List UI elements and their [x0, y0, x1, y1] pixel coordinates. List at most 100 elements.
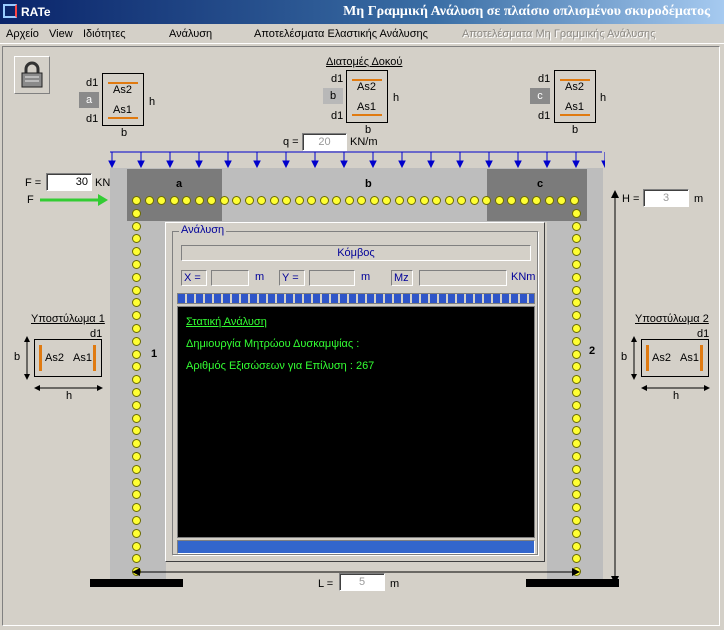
height-dimension-line [611, 190, 619, 584]
frame-node[interactable] [144, 196, 154, 205]
frame-node[interactable] [157, 196, 166, 205]
h-label: h [673, 390, 680, 402]
frame-node[interactable] [207, 196, 216, 205]
frame-node[interactable] [557, 196, 566, 205]
frame-node[interactable] [572, 388, 581, 397]
as1-label: As1 [680, 352, 699, 364]
f-input[interactable]: 30 [46, 173, 92, 191]
frame-node[interactable] [132, 260, 141, 269]
frame-node[interactable] [519, 196, 529, 205]
q-input[interactable]: 20 [302, 133, 347, 151]
frame-node[interactable] [332, 196, 341, 205]
frame-node[interactable] [482, 196, 491, 205]
frame-node[interactable] [457, 196, 466, 205]
frame-node[interactable] [507, 196, 516, 205]
console-line-2: Αριθμός Εξισώσεων για Επίλυση : 267 [186, 360, 375, 372]
l-unit: m [390, 578, 400, 590]
menu-view[interactable]: View [49, 28, 73, 40]
frame-node[interactable] [572, 221, 581, 231]
frame-node[interactable] [194, 196, 204, 205]
frame-node[interactable] [132, 196, 141, 205]
load-arrow-head [369, 160, 377, 169]
frame-node[interactable] [307, 196, 316, 205]
frame-node[interactable] [572, 477, 581, 487]
frame-node[interactable] [572, 336, 581, 346]
app-icon[interactable] [3, 4, 17, 18]
frame-node[interactable] [569, 196, 579, 205]
frame-node[interactable] [382, 196, 391, 205]
b-label: b [572, 124, 579, 136]
frame-node[interactable] [444, 196, 454, 205]
f-unit: KN [95, 177, 111, 189]
frame-node[interactable] [407, 196, 416, 205]
x-label: X = [181, 270, 207, 286]
beam-zone-a[interactable] [127, 169, 222, 221]
frame-node[interactable] [132, 477, 141, 487]
menu-file[interactable]: Αρχείο [6, 28, 39, 40]
frame-node[interactable] [394, 196, 404, 205]
frame-node[interactable] [132, 541, 141, 551]
frame-node[interactable] [232, 196, 241, 205]
frame-node[interactable] [132, 452, 141, 461]
frame-node[interactable] [132, 272, 141, 282]
frame-node[interactable] [257, 196, 266, 205]
frame-node[interactable] [294, 196, 304, 205]
d1-label: d1 [331, 73, 344, 85]
frame-node[interactable] [572, 260, 581, 269]
frame-node[interactable] [572, 349, 581, 359]
frame-node[interactable] [572, 464, 581, 474]
frame-node[interactable] [469, 196, 479, 205]
frame-node[interactable] [572, 400, 581, 410]
frame-node[interactable] [572, 541, 581, 551]
mz-value [419, 270, 507, 286]
frame-node[interactable] [572, 528, 581, 538]
support-left [90, 579, 183, 587]
menu-analysis[interactable]: Ανάλυση [169, 28, 212, 40]
frame-node[interactable] [572, 285, 581, 295]
frame-node[interactable] [572, 516, 581, 525]
frame-node[interactable] [132, 388, 141, 397]
frame-node[interactable] [132, 516, 141, 525]
menu-properties[interactable]: Ιδιότητες [83, 28, 126, 40]
frame-node[interactable] [132, 324, 141, 333]
frame-node[interactable] [132, 528, 141, 538]
frame-node[interactable] [572, 208, 581, 218]
frame-node[interactable] [244, 196, 254, 205]
frame-node[interactable] [132, 336, 141, 346]
frame-node[interactable] [269, 196, 279, 205]
frame-node[interactable] [132, 413, 141, 423]
frame-node[interactable] [282, 196, 291, 205]
frame-node[interactable] [494, 196, 504, 205]
l-input[interactable]: 5 [339, 573, 385, 591]
menu-elastic-results[interactable]: Αποτελέσματα Ελαστικής Ανάλυσης [254, 28, 428, 40]
frame-node[interactable] [357, 196, 366, 205]
b-label: b [14, 351, 21, 363]
frame-node[interactable] [419, 196, 429, 205]
frame-node[interactable] [132, 221, 141, 231]
frame-node[interactable] [219, 196, 229, 205]
frame-node[interactable] [132, 285, 141, 295]
column-2-section-box: As2 As1 [641, 339, 709, 377]
frame-node[interactable] [544, 196, 554, 205]
column-1-number: 1 [151, 348, 158, 360]
frame-node[interactable] [572, 272, 581, 282]
h-input[interactable]: 3 [643, 189, 689, 207]
frame-node[interactable] [572, 452, 581, 461]
frame-node[interactable] [169, 196, 179, 205]
frame-node[interactable] [344, 196, 354, 205]
column-1-title: Υποστύλωμα 1 [31, 313, 105, 325]
frame-node[interactable] [532, 196, 541, 205]
frame-node[interactable] [132, 464, 141, 474]
frame-node[interactable] [132, 208, 141, 218]
section-box: As2 As1 [554, 70, 596, 123]
frame-node[interactable] [182, 196, 191, 205]
frame-node[interactable] [319, 196, 329, 205]
frame-node[interactable] [132, 349, 141, 359]
as1-label: As1 [113, 104, 132, 116]
frame-node[interactable] [432, 196, 441, 205]
frame-node[interactable] [369, 196, 379, 205]
frame-node[interactable] [132, 400, 141, 410]
frame-node[interactable] [572, 324, 581, 333]
lock-button[interactable] [14, 56, 50, 94]
frame-node[interactable] [572, 413, 581, 423]
